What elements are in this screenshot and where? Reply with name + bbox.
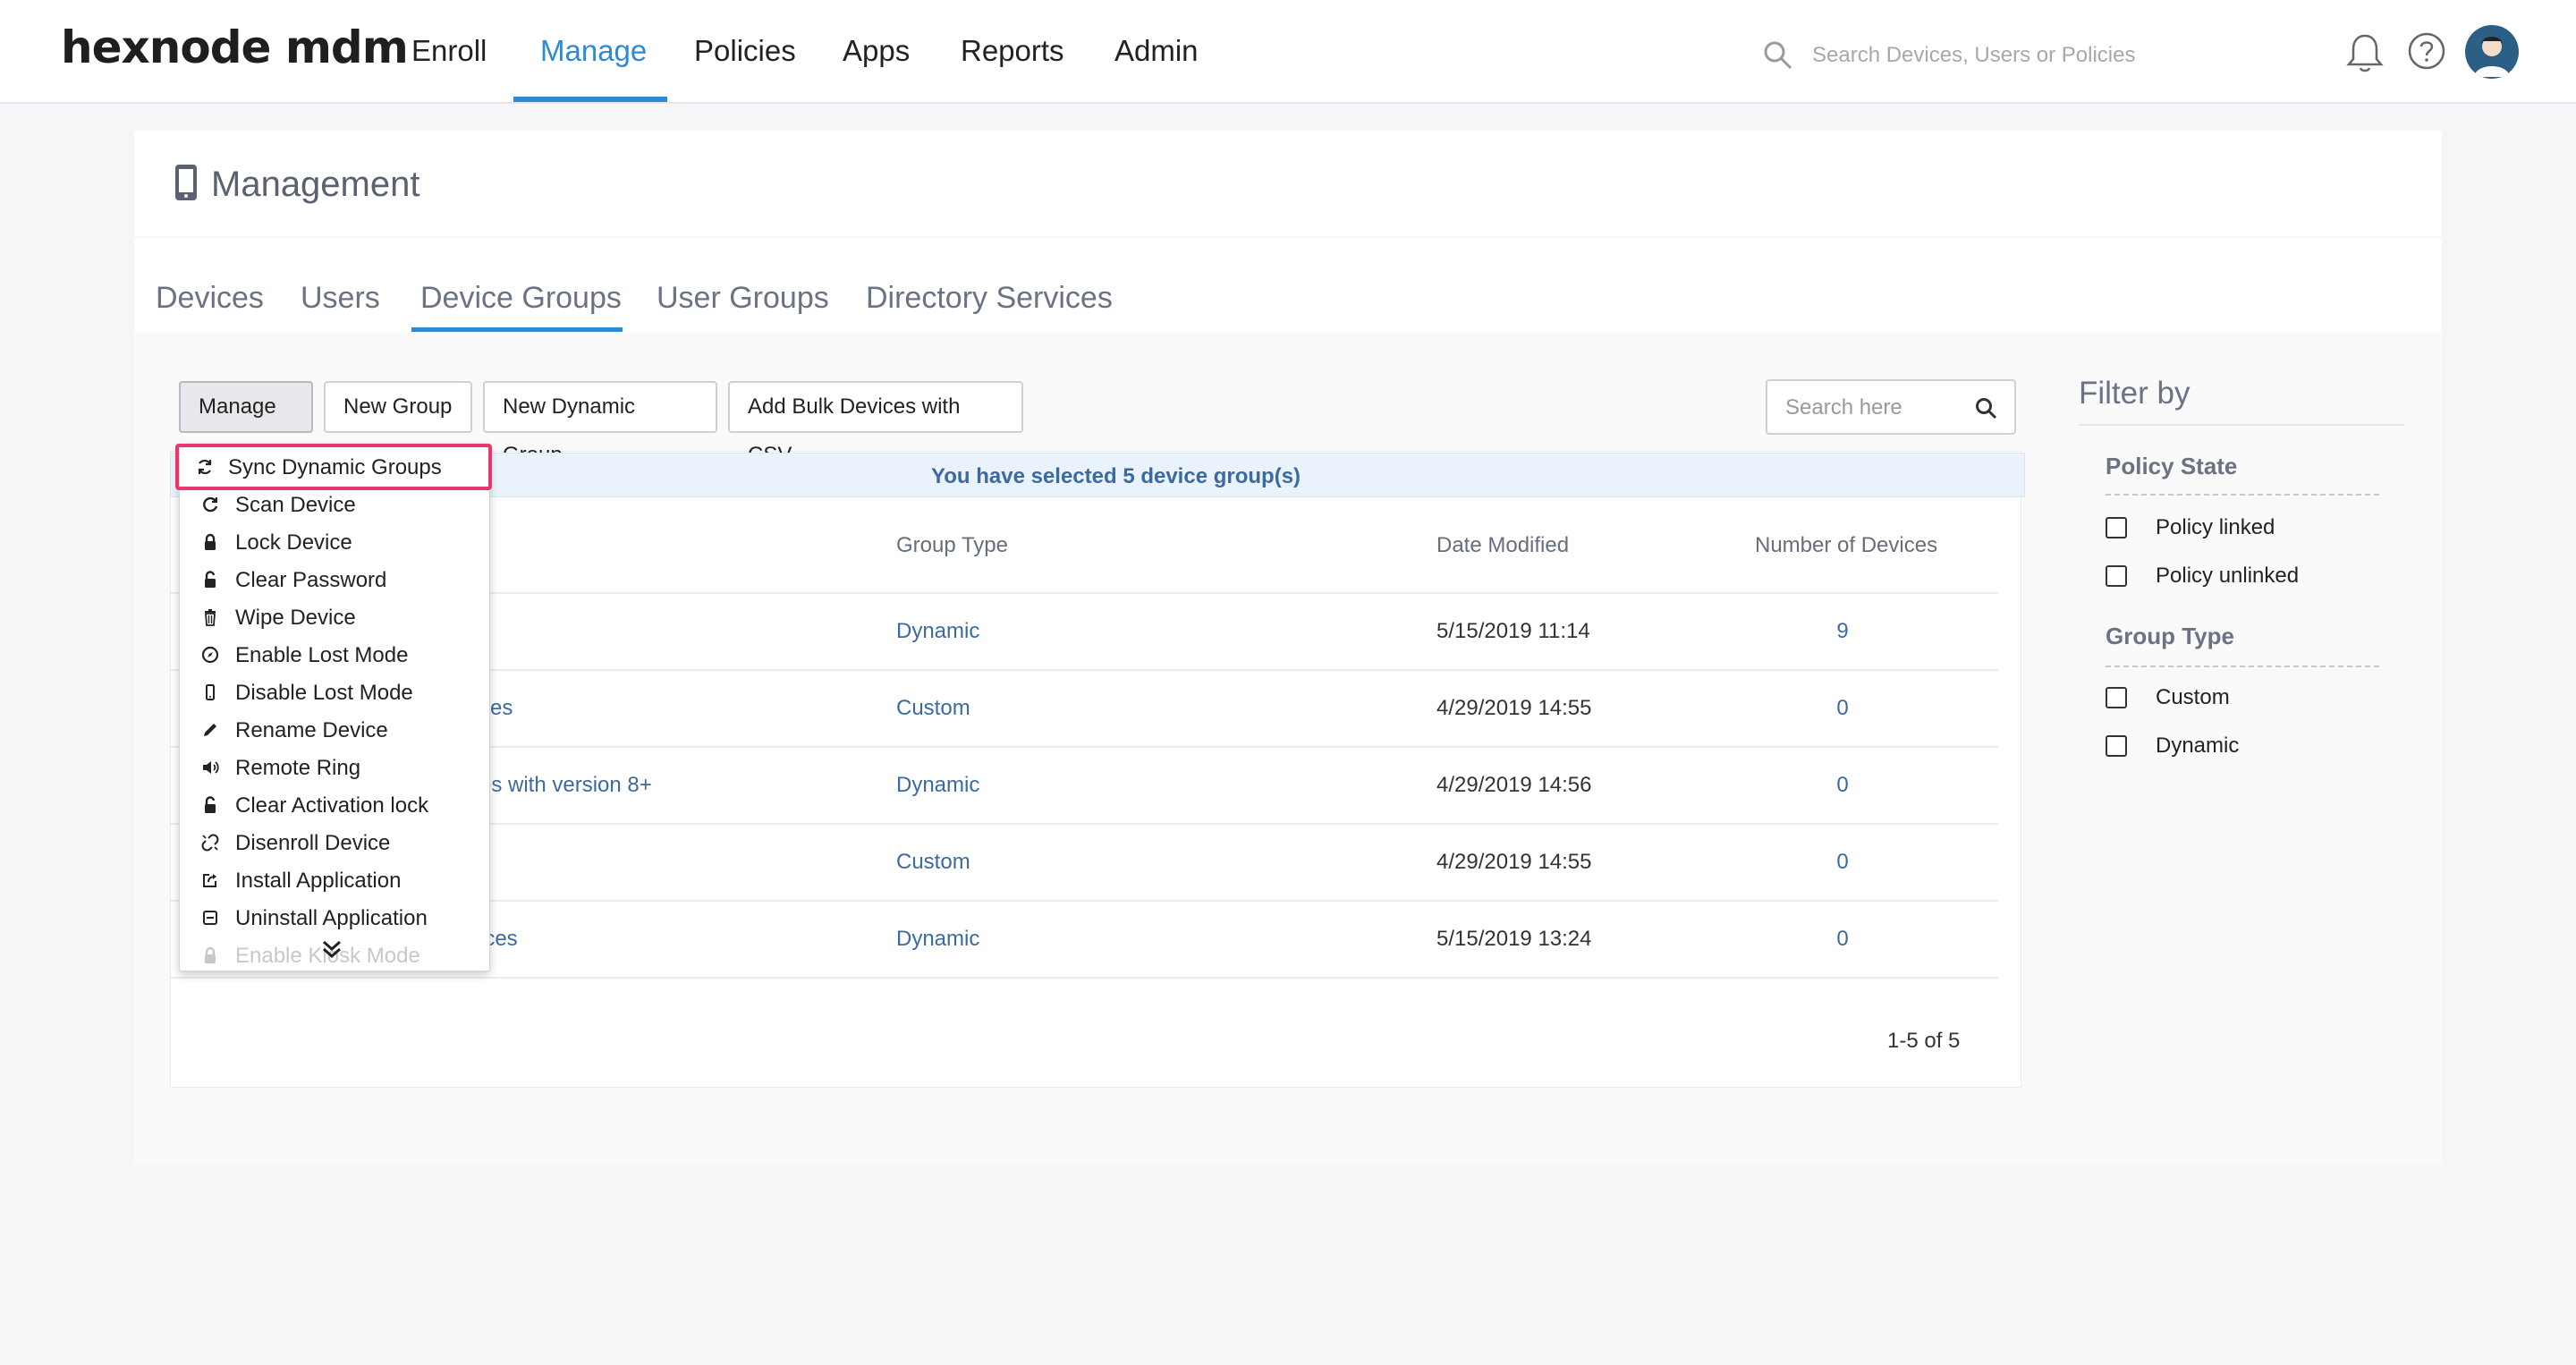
tab-active-indicator [411,327,623,332]
management-tabs: Devices Users Device Groups User Groups … [134,238,2442,333]
menu-item-wipe-device[interactable]: Wipe Device [180,598,489,636]
filter-divider [2079,424,2404,426]
manage-dropdown-menu: Sync Dynamic Groups Scan Device Lock Dev… [179,444,490,971]
add-bulk-devices-button[interactable]: Add Bulk Devices with CSV [728,381,1023,467]
checkbox-policy-linked[interactable] [2106,517,2127,538]
device-count-link[interactable]: 9 [1816,619,1869,644]
group-search-input[interactable] [1785,392,1964,424]
group-type-cell: Dynamic [896,619,980,643]
filter-section-policy-state: Policy State [2106,453,2238,479]
row-divider [170,977,1998,979]
checkbox-label[interactable]: Custom [2156,685,2230,710]
group-search[interactable] [1766,379,2016,435]
nav-reports[interactable]: Reports [961,34,1064,68]
menu-item-clear-activation-lock[interactable]: Clear Activation lock [180,786,489,824]
menu-item-lock-device[interactable]: Lock Device [180,523,489,561]
date-cell: 4/29/2019 14:55 [1436,850,1592,874]
menu-item-disable-lost-mode[interactable]: Disable Lost Mode [180,674,489,711]
header-date-modified[interactable]: Date Modified [1436,533,1569,558]
lock-icon [205,946,216,963]
checkbox-policy-unlinked[interactable] [2106,565,2127,587]
trash-icon [205,609,216,626]
menu-item-scan-device[interactable]: Scan Device [180,486,489,523]
unlink-icon [201,834,219,852]
menu-item-clear-password[interactable]: Clear Password [180,561,489,598]
tab-devices[interactable]: Devices [156,281,264,316]
double-chevron-down-icon[interactable] [320,937,343,961]
nav-enroll[interactable]: Enroll [411,34,487,68]
filter-section-group-type: Group Type [2106,623,2234,649]
group-name-link[interactable]: es with version 8+ [479,773,652,798]
header-group-type[interactable]: Group Type [896,533,1008,558]
nav-admin[interactable]: Admin [1114,34,1199,68]
group-type-cell: Custom [896,850,970,874]
top-navbar: hexnode mdm Enroll Manage Policies Apps … [0,0,2576,104]
checkbox-dynamic[interactable] [2106,735,2127,757]
nav-policies[interactable]: Policies [694,34,796,68]
sync-icon [198,459,212,475]
menu-item-disenroll-device[interactable]: Disenroll Device [180,824,489,861]
selection-banner-text: You have selected 5 device group(s) [931,464,1301,488]
menu-item-install-application[interactable]: Install Application [180,861,489,899]
checkbox-label[interactable]: Dynamic [2156,733,2239,759]
global-search-input[interactable] [1812,36,2170,75]
checkbox-custom[interactable] [2106,687,2127,708]
minus-square-icon [203,911,217,925]
section-divider [2106,666,2379,667]
refresh-icon [203,496,218,513]
checkbox-label[interactable]: Policy unlinked [2156,564,2299,589]
date-cell: 4/29/2019 14:55 [1436,696,1592,720]
pagination-info: 1-5 of 5 [1887,1029,1961,1053]
new-group-button[interactable]: New Group [324,381,472,433]
lock-icon [205,533,216,550]
unlock-icon [205,571,216,588]
group-type-cell: Custom [896,696,970,720]
tab-device-groups[interactable]: Device Groups [420,281,622,316]
date-cell: 4/29/2019 14:56 [1436,773,1592,797]
nav-apps[interactable]: Apps [843,34,910,68]
header-number-of-devices[interactable]: Number of Devices [1755,533,1937,558]
menu-item-remote-ring[interactable]: Remote Ring [180,749,489,786]
section-divider [2106,494,2379,496]
menu-item-uninstall-application[interactable]: Uninstall Application [180,899,489,937]
management-header: Management [134,131,2442,236]
date-cell: 5/15/2019 13:24 [1436,927,1592,951]
help-icon[interactable] [2406,30,2447,72]
group-type-cell: Dynamic [896,927,980,951]
avatar[interactable] [2465,25,2519,79]
manage-button-label: Manage [199,394,276,419]
unlock-icon [205,796,216,813]
speaker-icon [203,761,219,774]
phone-icon [206,684,215,700]
global-search[interactable] [1762,36,2174,75]
bell-icon[interactable] [2343,30,2386,75]
group-type-cell: Dynamic [896,773,980,797]
date-cell: 5/15/2019 11:14 [1436,619,1590,643]
filter-title: Filter by [2079,376,2190,411]
menu-item-sync-dynamic-groups[interactable]: Sync Dynamic Groups [180,448,489,486]
device-count-link[interactable]: 0 [1816,850,1869,875]
pencil-icon [204,724,216,736]
logo[interactable]: hexnode mdm [61,21,409,73]
new-dynamic-group-button[interactable]: New Dynamic Group [483,381,717,467]
device-count-link[interactable]: 0 [1816,773,1869,798]
page-title: Management [211,165,420,204]
menu-item-enable-lost-mode[interactable]: Enable Lost Mode [180,636,489,674]
manage-dropdown-button[interactable]: Manage [179,381,313,460]
phone-icon [175,165,197,200]
checkbox-label[interactable]: Policy linked [2156,515,2275,540]
search-icon [1764,41,1792,70]
tab-user-groups[interactable]: User Groups [657,281,829,316]
device-count-link[interactable]: 0 [1816,696,1869,721]
tab-users[interactable]: Users [301,281,380,316]
tab-directory-services[interactable]: Directory Services [866,281,1113,316]
menu-item-rename-device[interactable]: Rename Device [180,711,489,749]
share-icon [203,874,216,887]
search-icon[interactable] [1975,397,1998,420]
device-count-link[interactable]: 0 [1816,927,1869,952]
compass-icon [201,646,219,664]
nav-active-indicator [513,97,667,102]
nav-manage[interactable]: Manage [540,34,647,68]
